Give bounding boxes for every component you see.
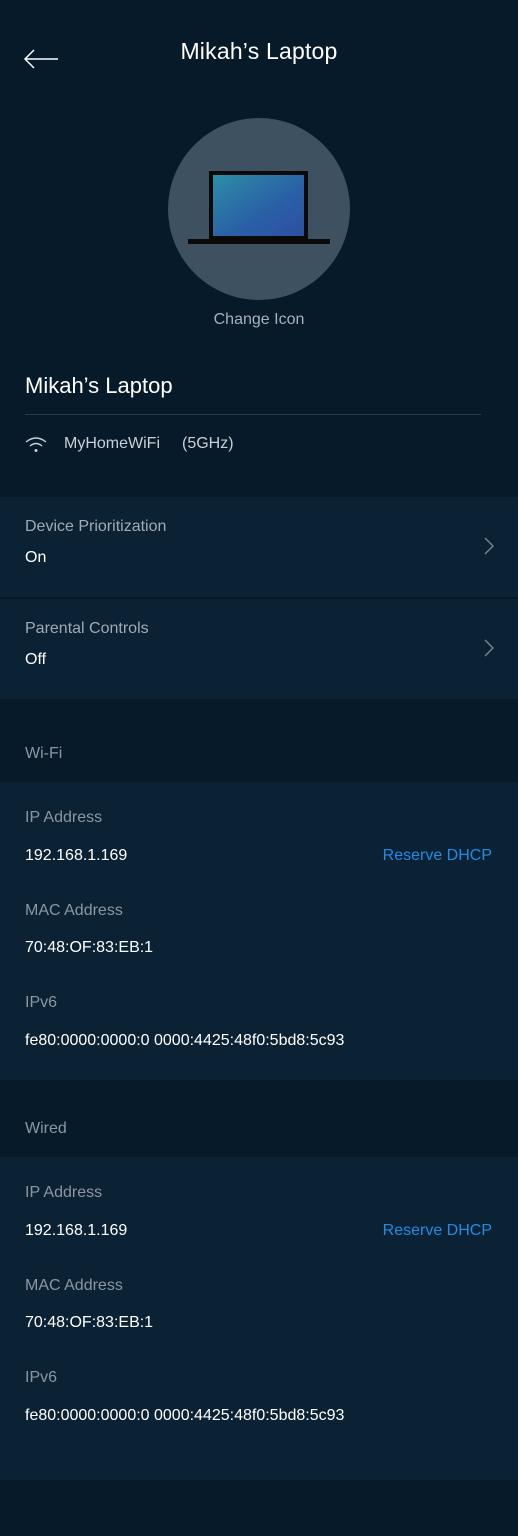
wifi-icon — [25, 437, 47, 452]
wifi-info-block: IP Address 192.168.1.169 Reserve DHCP MA… — [0, 782, 518, 1080]
device-avatar[interactable] — [168, 118, 350, 300]
page-title: Mikah’s Laptop — [180, 38, 338, 64]
ipv6-label: IPv6 — [25, 994, 58, 1011]
mac-address-label: MAC Address — [25, 902, 123, 919]
ip-address-label: IP Address — [25, 1184, 103, 1201]
ipv6-value: fe80:0000:0000:0 0000:4425:48f0:5bd8:5c9… — [25, 1407, 345, 1424]
laptop-icon — [188, 171, 330, 244]
header: Mikah’s Laptop — [0, 0, 518, 100]
setting-label: Parental Controls — [25, 620, 149, 637]
section-title-wired: Wired — [25, 1120, 67, 1137]
section-title-wifi: Wi-Fi — [25, 745, 63, 762]
device-prioritization-row[interactable]: Device Prioritization On — [0, 497, 518, 597]
device-name-field[interactable]: Mikah’s Laptop — [25, 373, 173, 399]
network-info: MyHomeWiFi (5GHz) — [25, 432, 234, 456]
ip-address-label: IP Address — [25, 809, 103, 826]
chevron-right-icon — [484, 537, 494, 555]
ipv6-label: IPv6 — [25, 1369, 58, 1386]
chevron-right-icon — [484, 639, 494, 657]
parental-controls-row[interactable]: Parental Controls Off — [0, 599, 518, 699]
wired-info-block: IP Address 192.168.1.169 Reserve DHCP MA… — [0, 1157, 518, 1480]
network-name: MyHomeWiFi — [64, 435, 160, 452]
mac-address-value: 70:48:OF:83:EB:1 — [25, 939, 154, 956]
mac-address-value: 70:48:OF:83:EB:1 — [25, 1314, 154, 1331]
mac-address-label: MAC Address — [25, 1277, 123, 1294]
reserve-dhcp-button[interactable]: Reserve DHCP — [383, 847, 492, 865]
ip-address-value: 192.168.1.169 — [25, 1222, 128, 1239]
setting-value: Off — [25, 651, 47, 668]
setting-label: Device Prioritization — [25, 518, 167, 535]
reserve-dhcp-button[interactable]: Reserve DHCP — [383, 1222, 492, 1240]
name-underline — [25, 414, 481, 415]
setting-value: On — [25, 549, 47, 566]
ip-address-value: 192.168.1.169 — [25, 847, 128, 864]
network-band: (5GHz) — [182, 435, 234, 452]
ipv6-value: fe80:0000:0000:0 0000:4425:48f0:5bd8:5c9… — [25, 1032, 345, 1049]
change-icon-button[interactable]: Change Icon — [0, 311, 518, 329]
